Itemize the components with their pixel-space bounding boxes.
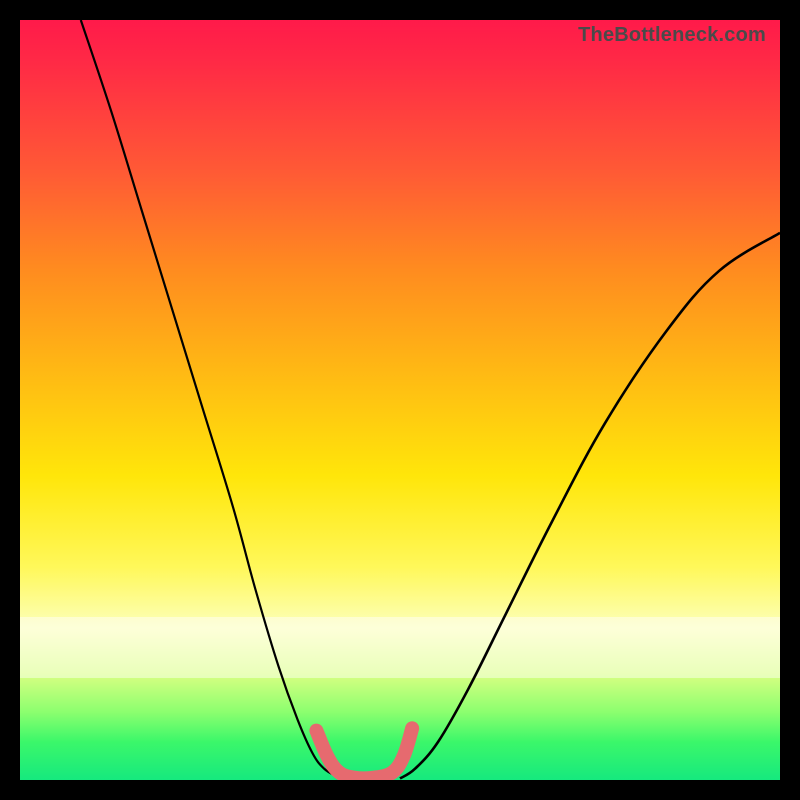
left-bottleneck-curve	[81, 20, 347, 778]
right-bottleneck-curve	[400, 233, 780, 779]
optimal-range-marker	[316, 728, 412, 778]
curves-svg	[20, 20, 780, 780]
plot-area: TheBottleneck.com	[20, 20, 780, 780]
watermark-text: TheBottleneck.com	[578, 24, 766, 47]
chart-frame: TheBottleneck.com	[0, 0, 800, 800]
